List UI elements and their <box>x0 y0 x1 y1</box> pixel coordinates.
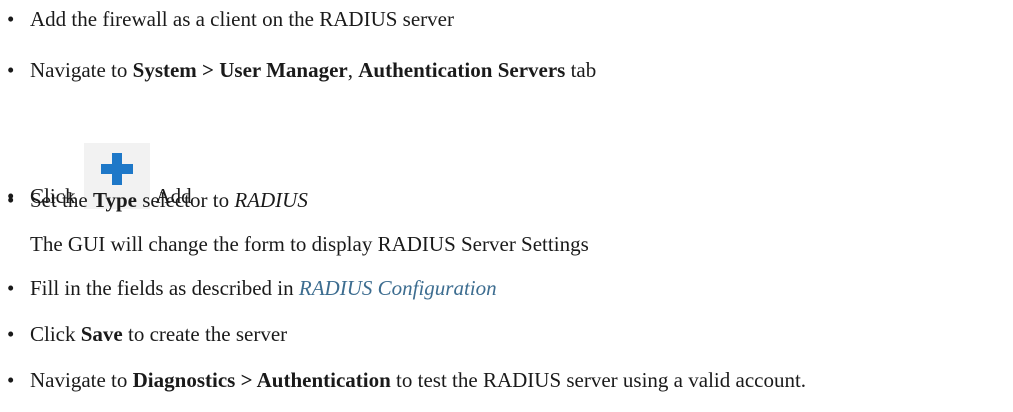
step-note: The GUI will change the form to display … <box>30 232 589 256</box>
menu-path: Diagnostics > Authentication <box>132 368 391 392</box>
step-text: tab <box>565 58 597 82</box>
list-item: • Fill in the fields as described in RADI… <box>7 276 497 300</box>
step-text: selector to <box>136 188 235 212</box>
step-text: to create the server <box>122 322 288 346</box>
list-item: • Click Save to create the server <box>7 322 287 346</box>
step-text: to test the RADIUS server using a valid … <box>390 368 807 392</box>
bullet: • <box>7 188 15 212</box>
list-item: • Navigate to Diagnostics > Authenticatio… <box>7 368 806 392</box>
bullet: • <box>7 7 15 31</box>
list-item: • Add the firewall as a client on the RAD… <box>7 7 454 31</box>
step-text: Set the <box>30 188 93 212</box>
bullet: • <box>7 322 15 346</box>
bullet: • <box>7 368 15 392</box>
list-item: • Set the Type selector to RADIUS <box>7 188 308 212</box>
step-text: Add the firewall as a client on the RADI… <box>30 7 454 31</box>
button-name: Save <box>80 322 123 346</box>
step-text: , <box>347 58 359 82</box>
step-text: Navigate to <box>30 58 133 82</box>
bullet: • <box>7 58 15 82</box>
step-text: Click <box>30 322 81 346</box>
tab-name: Authentication Servers <box>358 58 566 82</box>
list-item: • Navigate to System > User Manager, Auth… <box>7 58 596 82</box>
radius-configuration-link[interactable]: RADIUS Configuration <box>299 276 497 300</box>
step-text: Navigate to <box>30 368 133 392</box>
step-text: Fill in the fields as described in <box>30 276 299 300</box>
menu-path: System > User Manager <box>132 58 348 82</box>
field-value: RADIUS <box>234 188 308 212</box>
field-name: Type <box>93 188 137 212</box>
plus-icon <box>100 153 133 185</box>
bullet: • <box>7 276 15 300</box>
